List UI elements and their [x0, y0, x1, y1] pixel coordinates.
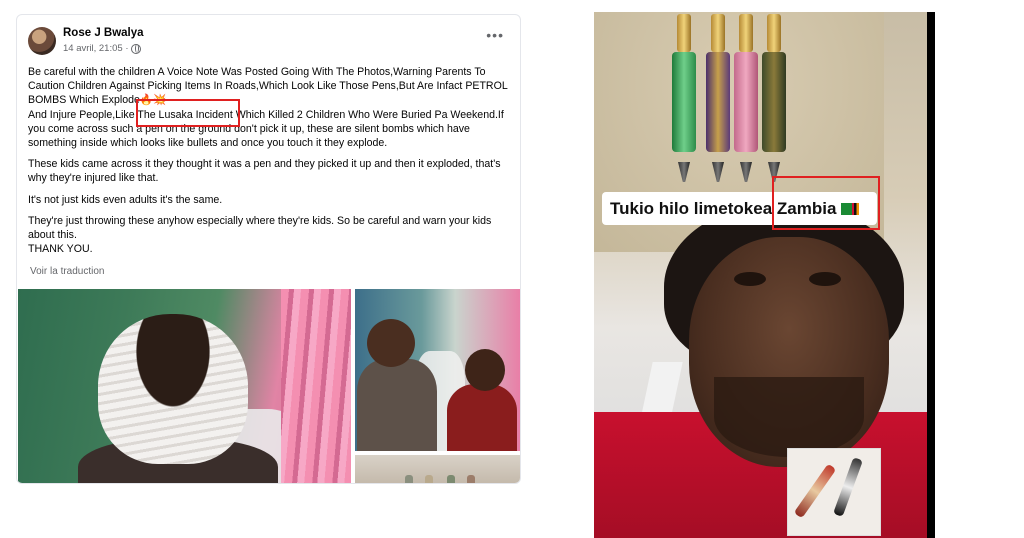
pen-clip [739, 14, 753, 52]
pen-tip [678, 162, 690, 182]
more-options-button[interactable]: ••• [486, 27, 504, 43]
lusaka-incident-highlight-box [136, 99, 240, 127]
facebook-post-card: Rose J Bwalya 14 avril, 21:05 · ••• Be c… [16, 14, 521, 484]
pen-clip [711, 14, 725, 52]
globe-icon [131, 43, 142, 54]
pen-pink [734, 14, 758, 182]
post-paragraph-1: Be careful with the children A Voice Not… [28, 66, 508, 150]
post-paragraph-2: These kids came across it they thought i… [28, 158, 501, 185]
post-photo-bandaged-child[interactable] [18, 289, 351, 483]
pen-tip [712, 162, 724, 182]
pen-clip [767, 14, 781, 52]
pen-shape [793, 463, 837, 519]
pen-barrel [672, 52, 696, 152]
pen-shape [405, 475, 413, 483]
pen-clip [677, 14, 691, 52]
pen-shape [467, 475, 475, 483]
inset-pens-photo [787, 448, 881, 536]
post-author-name[interactable]: Rose J Bwalya [63, 27, 144, 39]
author-avatar[interactable] [28, 27, 56, 55]
post-paragraph-4: They're just throwing these anyhow espec… [28, 214, 492, 256]
pen-barrel [706, 52, 730, 152]
pen-green [672, 14, 696, 182]
beard-shape [714, 377, 864, 457]
see-translation-link[interactable]: Voir la traduction [30, 266, 105, 277]
child-body-shape [447, 384, 517, 451]
pen-barrel [734, 52, 758, 152]
pen-barrel [762, 52, 786, 152]
pen-purple [706, 14, 730, 182]
frame-edge [927, 12, 935, 538]
bandaged-head-shape [98, 314, 248, 464]
eye-shape [809, 272, 841, 286]
child-body-shape [357, 359, 437, 451]
pen-tip [740, 162, 752, 182]
eye-shape [734, 272, 766, 286]
video-screenshot[interactable]: Tukio hilo limetokea Zambia [594, 12, 935, 538]
post-timestamp[interactable]: 14 avril, 21:05 · [63, 43, 128, 54]
post-photo-injured-children[interactable] [355, 289, 520, 451]
pen-shape [833, 457, 863, 517]
child-head-shape [367, 319, 415, 367]
post-photo-pens[interactable] [355, 455, 520, 483]
post-meta: 14 avril, 21:05 · [63, 43, 142, 54]
pen-olive [762, 14, 786, 182]
pink-curtain-shape [281, 289, 351, 483]
zambia-highlight-box [772, 176, 880, 230]
post-paragraph-3: It's not just kids even adults it's the … [28, 193, 223, 206]
pen-shape [425, 475, 433, 483]
pen-shape [447, 475, 455, 483]
child-head-shape [465, 349, 505, 391]
post-body: Be careful with the children A Voice Not… [28, 65, 513, 263]
